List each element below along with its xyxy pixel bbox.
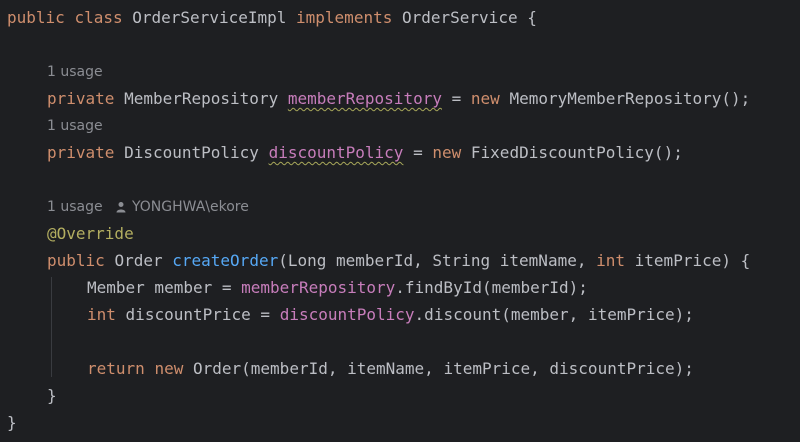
keyword-public: public [47,251,105,270]
usage-hint-field2[interactable]: 1 usage [47,116,103,136]
statement1-call: .findById(memberId); [395,278,588,297]
keyword-int: int [596,251,626,270]
field1-type: MemberRepository [124,89,279,108]
method-inlay-hints: 1 usage YONGHWA\ekore [47,197,249,217]
method-params-2: itemPrice) { [634,251,751,270]
keyword-private: private [47,143,115,162]
field2-name[interactable]: discountPolicy [269,143,404,162]
author-name: YONGHWA\ekore [131,199,249,215]
code-line-statement1: Member member = memberRepository.findByI… [87,274,588,301]
keyword-class: class [74,8,123,27]
field1-equals: = [451,89,462,108]
code-line-class-declaration: public class OrderServiceImpl implements… [7,4,537,31]
field1-name[interactable]: memberRepository [288,89,442,108]
code-line-field2: private DiscountPolicy discountPolicy = … [47,139,683,166]
code-line-statement2: int discountPrice = discountPolicy.disco… [87,301,694,328]
class-brace-close: } [7,413,17,432]
interface-name: OrderService [401,8,518,27]
keyword-new: new [154,359,184,378]
keyword-private: private [47,89,115,108]
field2-equals: = [413,143,423,162]
method-return-type: Order [114,251,163,270]
indent-guide [51,277,52,377]
keyword-int: int [87,305,116,324]
brace-open: { [527,8,537,27]
statement2-field[interactable]: discountPolicy [280,305,415,324]
statement1-left: Member member = [87,278,232,297]
code-line-method-signature: public Order createOrder(Long memberId, … [47,247,750,274]
return-expression: Order(memberId, itemName, itemPrice, dis… [192,359,694,378]
field2-type: DiscountPolicy [124,143,259,162]
usage-hint-field1[interactable]: 1 usage [47,62,103,82]
method-brace-close: } [47,386,57,405]
code-line-field1: private MemberRepository memberRepositor… [47,85,750,112]
keyword-implements: implements [296,8,393,27]
statement1-field[interactable]: memberRepository [241,278,395,297]
keyword-new: new [470,89,500,108]
method-name[interactable]: createOrder [172,251,278,270]
person-icon [116,202,126,213]
keyword-new: new [432,143,462,162]
keyword-return: return [87,359,145,378]
field1-init: MemoryMemberRepository(); [509,89,751,108]
usage-hint-method[interactable]: 1 usage [47,199,103,215]
code-line-return: return new Order(memberId, itemName, ite… [87,355,694,382]
method-params-1: (Long memberId, String itemName, [278,251,587,270]
code-line-annotation: @Override [47,220,134,247]
statement2-call: .discount(member, itemPrice); [414,305,694,324]
code-line-method-close: } [47,382,57,409]
author-hint[interactable]: YONGHWA\ekore [116,199,249,215]
code-line-class-close: } [7,409,17,436]
statement2-left: discountPrice = [125,305,271,324]
class-name: OrderServiceImpl [132,8,287,27]
field2-init: FixedDiscountPolicy(); [470,143,683,162]
override-annotation: @Override [47,224,134,243]
keyword-public: public [7,8,65,27]
code-editor[interactable]: public class OrderServiceImpl implements… [0,0,800,442]
